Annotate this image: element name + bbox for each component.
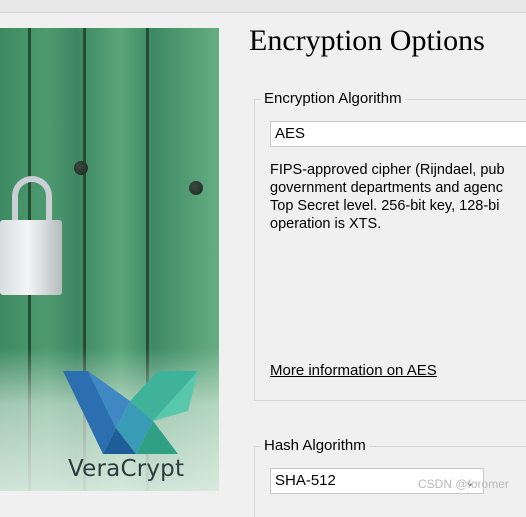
veracrypt-logo-icon bbox=[63, 371, 198, 454]
description-line: FIPS-approved cipher (Rijndael, pub bbox=[270, 162, 505, 178]
encryption-algorithm-value: AES bbox=[275, 125, 306, 142]
description-line: Top Secret level. 256-bit key, 128-bi bbox=[270, 198, 500, 214]
hash-algorithm-label: Hash Algorithm bbox=[261, 437, 369, 454]
page-title: Encryption Options bbox=[249, 24, 485, 57]
more-info-aes-link[interactable]: More information on AES bbox=[270, 362, 437, 379]
rivet bbox=[189, 181, 203, 195]
watermark: CSDN @foromer bbox=[418, 477, 509, 491]
window-top-edge bbox=[0, 0, 526, 13]
veracrypt-side-image: VeraCrypt bbox=[0, 28, 219, 491]
veracrypt-wordmark: VeraCrypt bbox=[68, 456, 185, 482]
rivet bbox=[74, 161, 88, 175]
encryption-algorithm-select[interactable]: AES bbox=[270, 121, 526, 147]
padlock-icon bbox=[0, 220, 62, 295]
description-line: government departments and agenc bbox=[270, 180, 503, 196]
encryption-algorithm-description: FIPS-approved cipher (Rijndael, pub gove… bbox=[270, 161, 526, 233]
encryption-algorithm-label: Encryption Algorithm bbox=[261, 90, 405, 107]
hash-algorithm-value: SHA-512 bbox=[275, 472, 336, 489]
encryption-algorithm-group: Encryption Algorithm AES FIPS-approved c… bbox=[254, 90, 526, 401]
description-line: operation is XTS. bbox=[270, 216, 382, 232]
